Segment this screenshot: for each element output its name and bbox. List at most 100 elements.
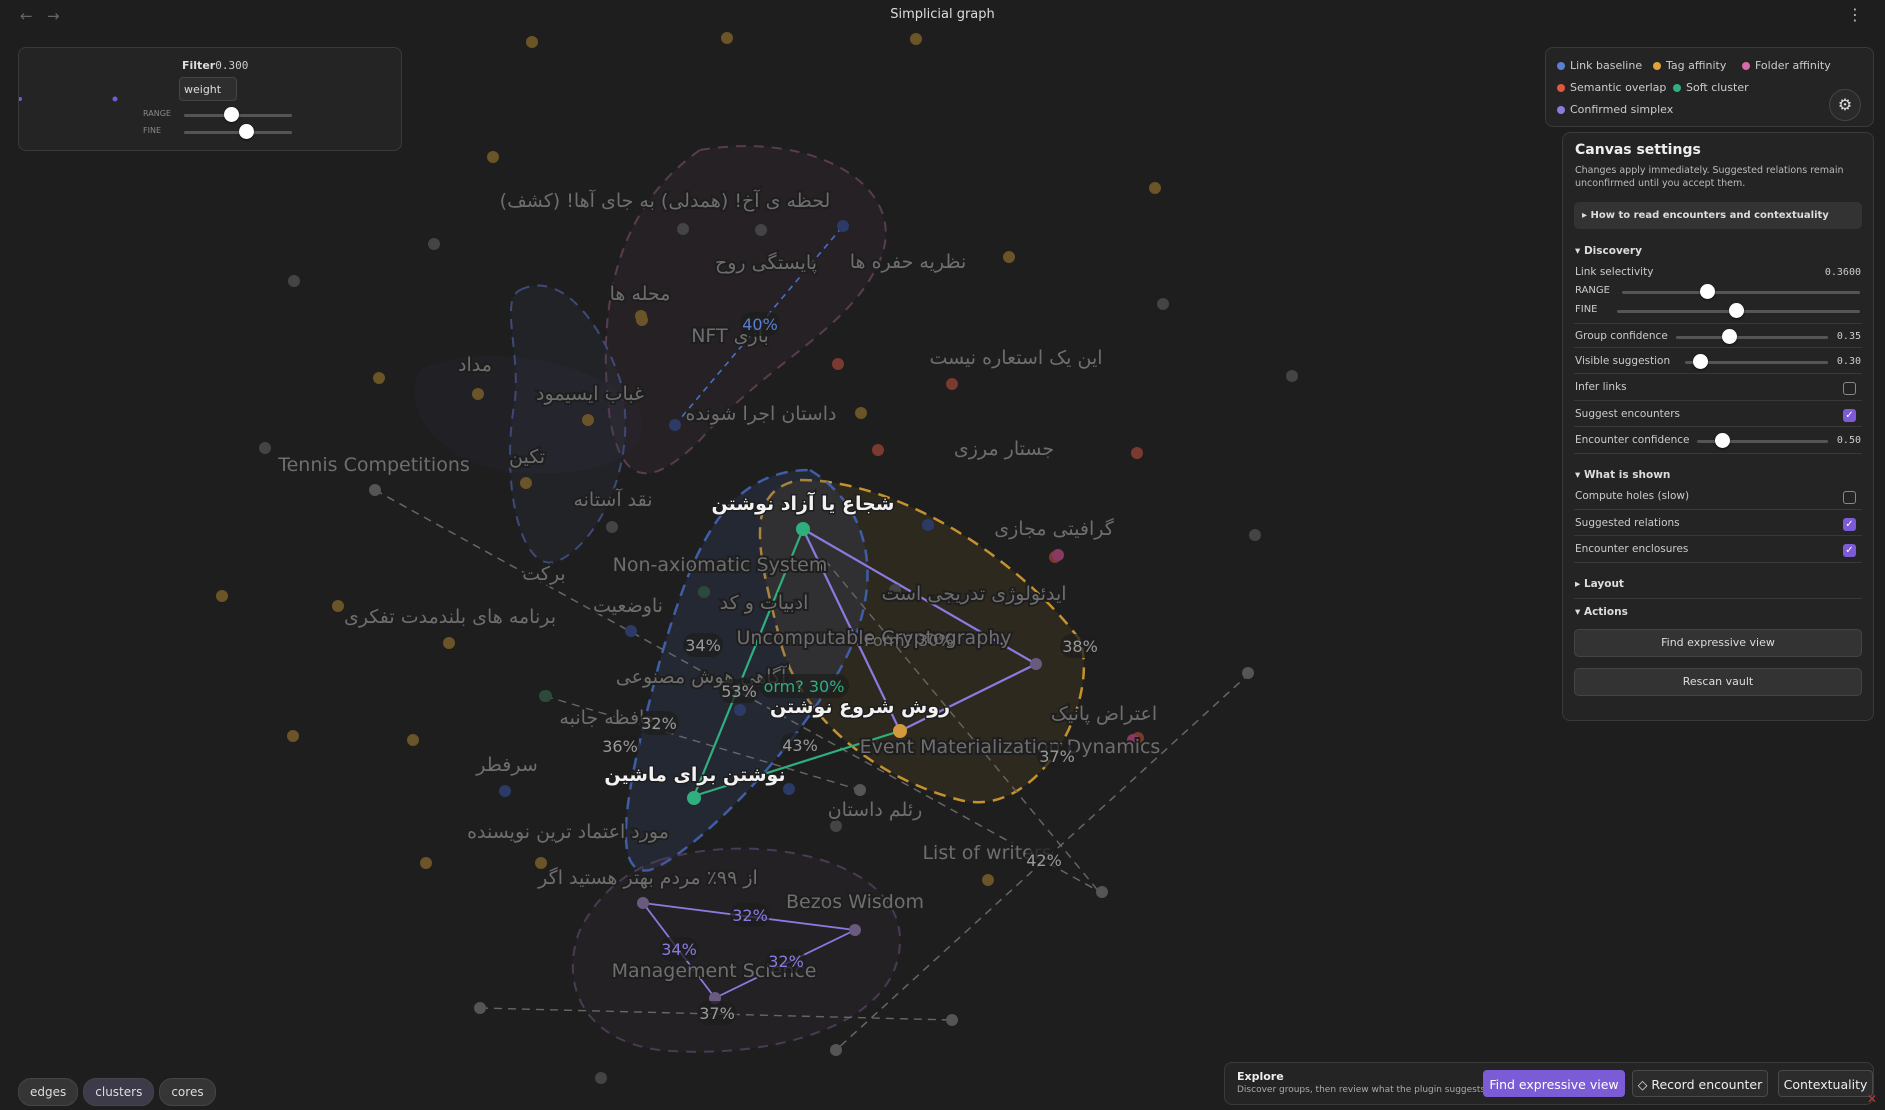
edge-weight-label: orm? 30% (764, 677, 845, 696)
node-label: Bezos Wisdom (786, 891, 924, 913)
graph-node (946, 378, 958, 390)
legend-dot (1557, 105, 1565, 114)
edge-weight-label: 40% (742, 315, 778, 334)
legend-folder-affinity[interactable]: Folder affinity (1742, 59, 1831, 72)
node-label: روش شروع نوشتن (770, 696, 950, 718)
node-label: داستان اجرا شونده (686, 403, 837, 425)
edge-weight-label: 38% (1062, 637, 1098, 656)
node-label: لحظه ی آخ! (همدلی) به جای آها! (کشف) (500, 188, 831, 212)
filter-field-select[interactable]: weight (179, 77, 237, 101)
layout-header[interactable]: ▸ Layout (1575, 578, 1624, 590)
node-label: از ۹۹٪ مردم بهتر هستید اگر (537, 866, 758, 889)
encounter-confidence-knob[interactable] (1715, 433, 1730, 448)
selectivity-range-knob[interactable] (1700, 284, 1715, 299)
legend-link-baseline[interactable]: Link baseline (1557, 59, 1642, 72)
filter-fine-knob[interactable] (239, 124, 254, 139)
suggested-relations-checkbox[interactable]: ✓ (1843, 518, 1856, 531)
suggest-encounters-checkbox[interactable]: ✓ (1843, 409, 1856, 422)
infer-links-label: Infer links (1575, 381, 1627, 393)
node-label: برنامه های بلندمدت تفکری (344, 606, 556, 628)
legend-tag-affinity[interactable]: Tag affinity (1653, 59, 1726, 72)
node-label: ادبیات و کد (720, 592, 809, 614)
node-label: Event Materialization Dynamics (860, 736, 1161, 758)
graph-node (677, 223, 689, 235)
clusters-pill[interactable]: clusters (83, 1078, 155, 1106)
graph-node (872, 444, 884, 456)
legend-confirmed-simplex[interactable]: Confirmed simplex (1557, 103, 1673, 116)
record-encounter-button[interactable]: ◇ Record encounter (1632, 1070, 1768, 1097)
graph-node-selected (687, 791, 701, 805)
find-expressive-view-button[interactable]: Find expressive view (1574, 629, 1862, 657)
node-label: Tennis Competitions (277, 454, 470, 476)
node-label: پایستگی روح (715, 251, 817, 274)
graph-node (636, 314, 648, 326)
graph-node (216, 590, 228, 602)
node-label: مورد اعتماد ترین نویسنده (467, 821, 669, 843)
graph-node (428, 238, 440, 250)
graph-node (837, 220, 849, 232)
graph-node (922, 519, 934, 531)
graph-node (832, 358, 844, 370)
explore-find-expressive-button[interactable]: Find expressive view (1483, 1070, 1625, 1097)
node-label: سرفطر (475, 754, 538, 776)
rescan-vault-button[interactable]: Rescan vault (1574, 668, 1862, 696)
graph-node (474, 1002, 486, 1014)
encounter-confidence-value: 0.50 (1836, 435, 1861, 446)
status-corner-icon: ✕ (1866, 1092, 1877, 1106)
graph-node (637, 897, 649, 909)
what-is-shown-header[interactable]: ▾ What is shown (1575, 469, 1670, 481)
filter-range-knob[interactable] (224, 107, 239, 122)
filter-label: Filter0.300 (182, 59, 249, 72)
visible-suggestion-knob[interactable] (1693, 354, 1708, 369)
compute-holes-label: Compute holes (slow) (1575, 490, 1690, 502)
divider (1574, 400, 1862, 401)
howto-disclosure[interactable]: ▸ How to read encounters and contextuali… (1574, 202, 1862, 229)
edge-weight-label: 37% (1039, 747, 1075, 766)
discovery-header[interactable]: ▾ Discovery (1575, 245, 1642, 257)
selectivity-fine-knob[interactable] (1729, 303, 1744, 318)
infer-links-checkbox[interactable] (1843, 382, 1856, 395)
edge-weight-label: 32% (641, 714, 677, 733)
legend-semantic-overlap[interactable]: Semantic overlap (1557, 81, 1666, 94)
node-label: نوشتن برای ماشین (604, 764, 785, 786)
triangle-down-icon: ▾ (1575, 469, 1584, 481)
graph-node (582, 414, 594, 426)
group-confidence-slider[interactable] (1676, 336, 1828, 339)
graph-node (855, 407, 867, 419)
edges-pill[interactable]: edges (18, 1078, 79, 1106)
graph-node (669, 419, 681, 431)
graph-node (830, 1044, 842, 1056)
selectivity-range-slider[interactable] (1622, 291, 1860, 294)
graph-node (1052, 549, 1064, 561)
node-label: غباب ایسیمود (536, 383, 644, 405)
node-label: نظریه حفره ها (850, 251, 967, 273)
compute-holes-checkbox[interactable] (1843, 491, 1856, 504)
filter-panel: Filter0.300 weight RANGE FINE (18, 47, 402, 151)
group-confidence-knob[interactable] (1722, 329, 1737, 344)
divider (1574, 323, 1862, 324)
node-label: محله ها (610, 283, 671, 305)
filter-fine-slider[interactable] (184, 131, 292, 134)
divider (1574, 535, 1862, 536)
graph-node (1249, 529, 1261, 541)
legend-soft-cluster[interactable]: Soft cluster (1673, 81, 1749, 94)
divider (1574, 426, 1862, 427)
kebab-menu-icon[interactable]: ⋮ (1847, 5, 1863, 24)
graph-node (982, 874, 994, 886)
contextuality-button[interactable]: Contextuality (1778, 1070, 1873, 1097)
graph-node (407, 734, 419, 746)
filter-range-label: RANGE (143, 109, 171, 118)
actions-header[interactable]: ▾ Actions (1575, 606, 1628, 618)
cores-pill[interactable]: cores (159, 1078, 216, 1106)
divider (1574, 373, 1862, 374)
canvas-settings-panel: Canvas settings Changes apply immediatel… (1562, 132, 1874, 721)
gear-icon[interactable]: ⚙ (1829, 89, 1861, 121)
selectivity-fine-label: FINE (1575, 304, 1598, 315)
graph-node (606, 521, 618, 533)
graph-node (1030, 658, 1042, 670)
edge-weight-label: Form? 30% (864, 631, 953, 650)
view-mode-pills: edges clusters cores (18, 1078, 216, 1106)
encounter-enclosures-checkbox[interactable]: ✓ (1843, 544, 1856, 557)
graph-node (755, 224, 767, 236)
settings-title: Canvas settings (1575, 142, 1701, 158)
